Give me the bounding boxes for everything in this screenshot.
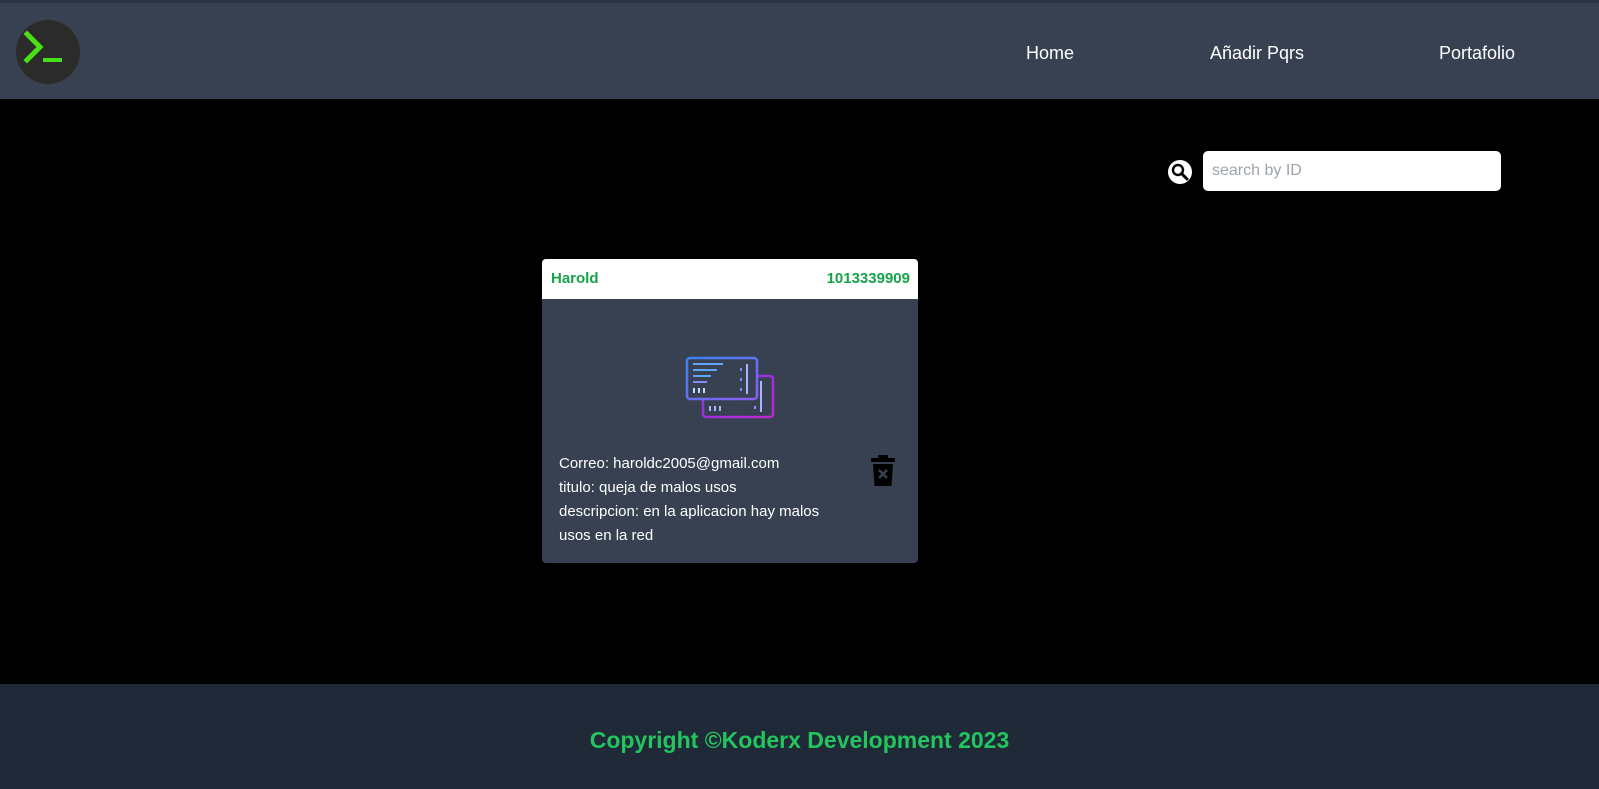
nav-add-pqrs-link[interactable]: Añadir Pqrs: [1210, 43, 1304, 64]
search-input[interactable]: [1203, 151, 1501, 191]
card-header: Harold 1013339909: [542, 259, 918, 299]
card-details: Correo: haroldc2005@gmail.com titulo: qu…: [559, 452, 849, 548]
terminal-prompt-icon: [23, 30, 62, 64]
nav-home-link[interactable]: Home: [1026, 43, 1074, 64]
card-name: Harold: [551, 270, 599, 287]
ticket-icon: [685, 356, 777, 425]
pqrs-card: Harold 1013339909 Correo: haroldc2005@gm…: [542, 259, 918, 563]
card-id: 1013339909: [826, 270, 910, 287]
search-icon[interactable]: [1168, 160, 1192, 184]
nav-portfolio-link[interactable]: Portafolio: [1439, 43, 1515, 64]
card-description: descripcion: en la aplicacion hay malos …: [559, 503, 820, 544]
trash-icon[interactable]: [870, 455, 896, 492]
footer: Copyright ©Koderx Development 2023: [0, 684, 1599, 789]
card-email: Correo: haroldc2005@gmail.com: [559, 455, 780, 472]
card-title: titulo: queja de malos usos: [559, 479, 737, 496]
top-navbar: Home Añadir Pqrs Portafolio: [0, 0, 1599, 99]
copyright-text: Copyright ©Koderx Development 2023: [589, 727, 1010, 753]
logo[interactable]: [16, 20, 80, 84]
